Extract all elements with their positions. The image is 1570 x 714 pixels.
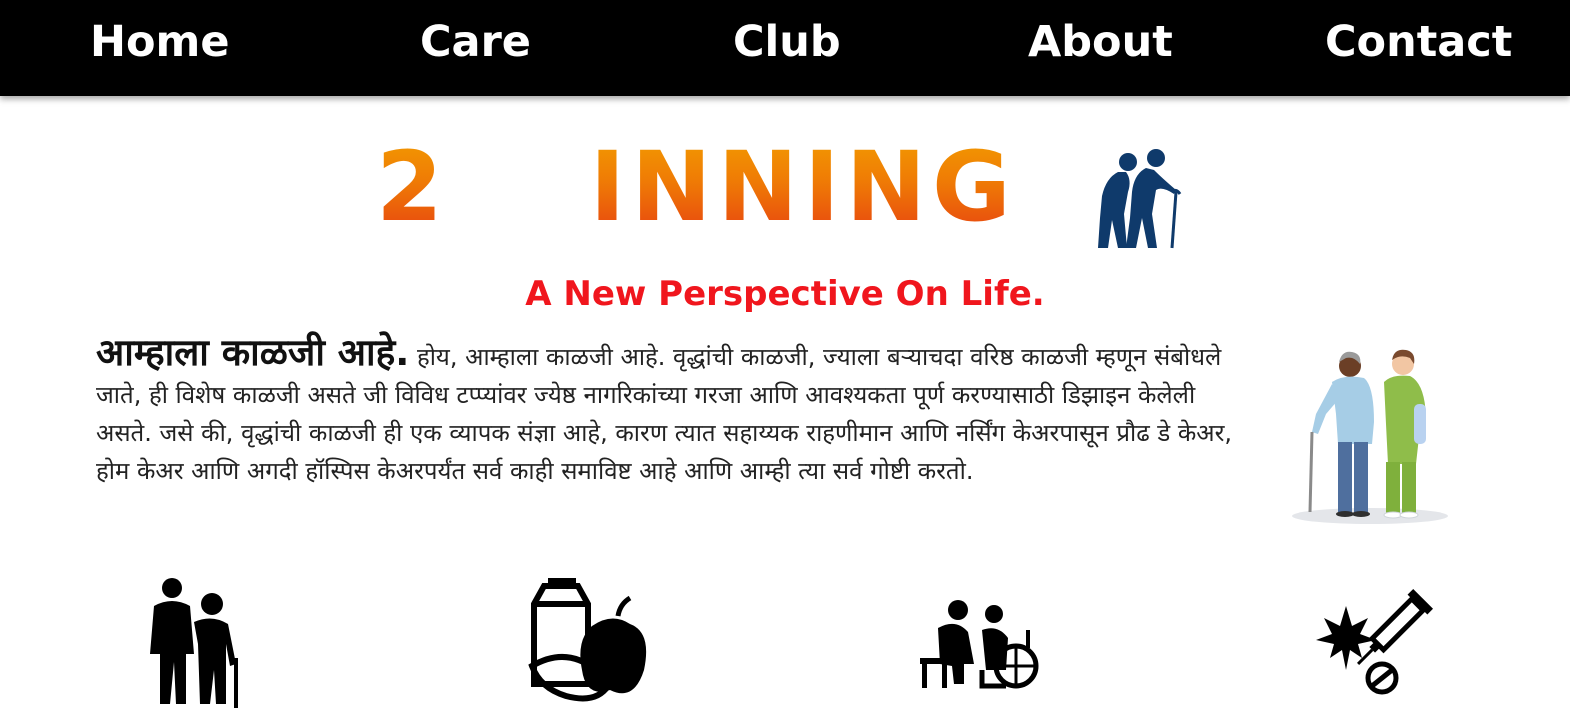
brand-header: 2ND INNING — [0, 118, 1570, 258]
nav-club-link[interactable]: Club — [733, 14, 841, 70]
elderly-couple-icon — [1098, 149, 1182, 249]
care-description: आम्हाला काळजी आहे. होय, आम्हाला काळजी आह… — [96, 334, 1246, 490]
tagline: A New Perspective On Life. — [525, 274, 1045, 314]
nav-care-link[interactable]: Care — [420, 14, 531, 70]
feeding-wheelchair-patient-icon — [920, 600, 1039, 689]
nutrition-food-icon — [528, 578, 647, 702]
brand-title: 2ND INNING — [376, 128, 1017, 246]
nav-about-link[interactable]: About — [1028, 14, 1173, 70]
caregiver-with-elderly-man-illustration — [1292, 349, 1448, 524]
nav-home-link[interactable]: Home — [90, 14, 230, 70]
brand-title-superscript: ND — [448, 142, 551, 207]
top-navigation-bar: Home Care Club About Contact — [0, 0, 1570, 96]
medicine-injection-icon — [1316, 588, 1434, 695]
brand-title-number: 2 — [376, 131, 449, 243]
caregiver-helping-elder-icon — [150, 578, 238, 708]
brand-title-word: INNING — [589, 131, 1017, 243]
nav-contact-link[interactable]: Contact — [1325, 14, 1512, 70]
care-heading: आम्हाला काळजी आहे. — [96, 331, 410, 374]
